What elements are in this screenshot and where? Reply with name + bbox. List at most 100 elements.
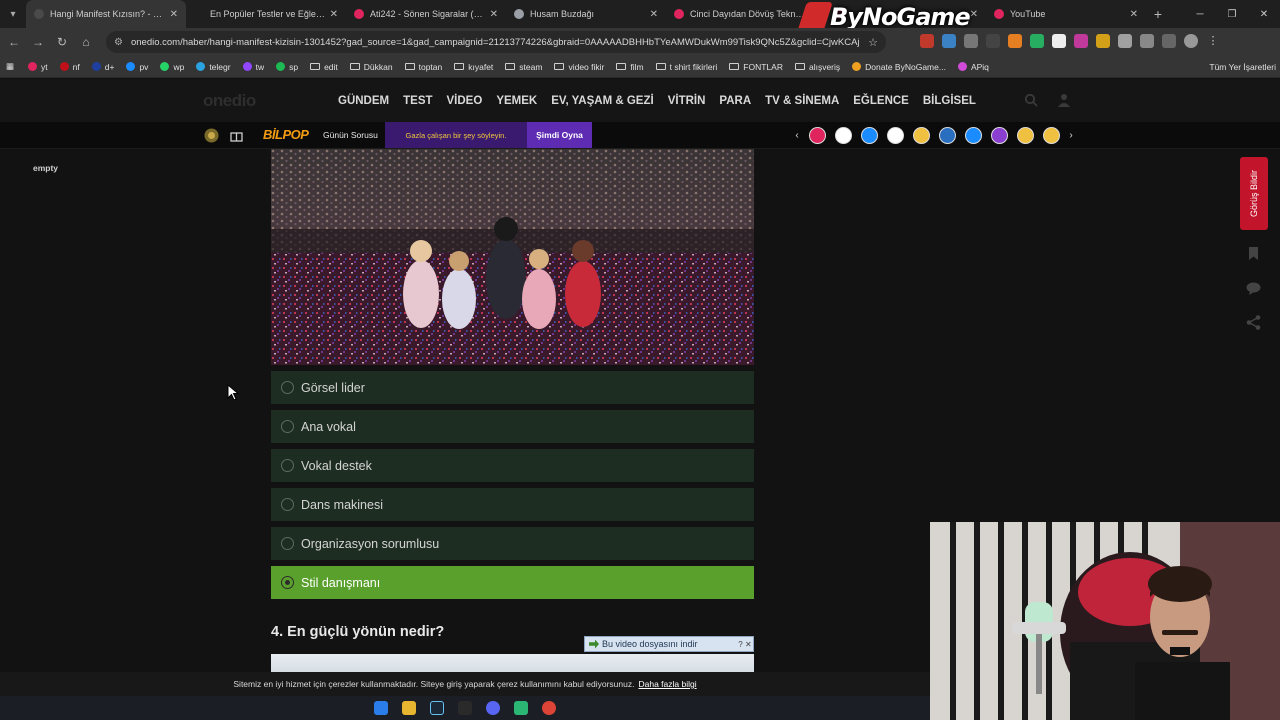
close-window-icon[interactable]: ✕	[1248, 0, 1280, 28]
radio-button[interactable]	[281, 498, 294, 511]
extensions-puzzle-icon[interactable]	[1140, 34, 1154, 48]
extension-icon[interactable]	[1030, 34, 1044, 48]
answer-option[interactable]: Görsel lider	[271, 371, 754, 404]
browser-tab[interactable]: Hangi Manifest Kızısın? - Onedio ✕	[26, 0, 186, 28]
bookmark-item[interactable]: telegr	[196, 62, 231, 72]
apps-grid-icon[interactable]: ▦	[6, 61, 14, 72]
tab-close-icon[interactable]: ✕	[170, 9, 178, 20]
extension-icon[interactable]	[986, 34, 1000, 48]
bookmark-item[interactable]: APiq	[957, 62, 989, 72]
browser-tab[interactable]: Ati242 - Sönen Sigaralar (Official ✕	[346, 0, 506, 28]
play-now-button[interactable]: Şimdi Oyna	[527, 122, 592, 148]
all-bookmarks-folder[interactable]: Tüm Yer İşaretleri	[1209, 56, 1276, 78]
story-next-icon[interactable]: ›	[1064, 130, 1078, 141]
nav-item[interactable]: YEMEK	[496, 95, 537, 107]
tab-close-icon[interactable]: ✕	[650, 9, 658, 20]
back-icon[interactable]: ←	[2, 35, 26, 49]
nav-item[interactable]: PARA	[719, 95, 751, 107]
bookmark-item[interactable]: FONTLAR	[729, 62, 783, 72]
extension-icon[interactable]	[1074, 34, 1088, 48]
nav-item[interactable]: VİTRİN	[668, 95, 706, 107]
extension-icon[interactable]	[1008, 34, 1022, 48]
answer-option[interactable]: Dans makinesi	[271, 488, 754, 521]
story-avatar[interactable]	[964, 127, 982, 144]
bookmark-item[interactable]: Dükkan	[349, 62, 393, 72]
feedback-button[interactable]: Görüş Bildir	[1240, 157, 1268, 230]
tab-close-icon[interactable]: ✕	[330, 9, 338, 20]
download-bar-close[interactable]: ? ✕	[737, 640, 753, 649]
story-avatar[interactable]	[1042, 127, 1060, 144]
address-bar[interactable]: ⚙ onedio.com/haber/hangi-manifest-kizisi…	[106, 31, 886, 53]
bookmark-item[interactable]: video fikir	[554, 62, 604, 72]
nav-item[interactable]: EĞLENCE	[853, 95, 909, 107]
file-explorer-icon[interactable]	[402, 701, 416, 715]
story-avatar[interactable]	[990, 127, 1008, 144]
video-download-bar[interactable]: Bu video dosyasını indir ? ✕	[584, 636, 754, 652]
browser-menu-icon[interactable]: ⋮	[1206, 34, 1220, 48]
story-avatar[interactable]	[834, 127, 852, 144]
story-avatar[interactable]	[1016, 127, 1034, 144]
steam-icon[interactable]	[430, 701, 444, 715]
answer-option[interactable]: Organizasyon sorumlusu	[271, 527, 754, 560]
share-icon[interactable]	[1245, 314, 1262, 331]
restore-icon[interactable]: ❐	[1216, 0, 1248, 28]
browser-tab[interactable]: En Popüler Testler ve Eğlenceli T ✕	[186, 0, 346, 28]
story-avatar[interactable]	[860, 127, 878, 144]
bookmark-item[interactable]: kıyafet	[454, 62, 493, 72]
tab-search-button[interactable]: ▾	[0, 0, 26, 28]
nav-item[interactable]: VİDEO	[447, 95, 483, 107]
radio-button[interactable]	[281, 420, 294, 433]
bookmark-item[interactable]: steam	[505, 62, 542, 72]
extension-icon[interactable]	[1118, 34, 1132, 48]
story-avatar[interactable]	[886, 127, 904, 144]
bookmark-item[interactable]: pv	[126, 62, 148, 72]
app-icon[interactable]	[514, 701, 528, 715]
gift-icon[interactable]	[229, 128, 244, 143]
browser-tab[interactable]: Husam Buzdağı ✕	[506, 0, 666, 28]
radio-button[interactable]	[281, 381, 294, 394]
answer-option[interactable]: Vokal destek	[271, 449, 754, 482]
browser-tab[interactable]: YouTube ✕	[986, 0, 1146, 28]
comments-icon[interactable]	[1245, 280, 1262, 297]
radio-button[interactable]	[281, 576, 294, 589]
reload-icon[interactable]: ↻	[50, 35, 74, 49]
story-prev-icon[interactable]: ‹	[790, 130, 804, 141]
discord-icon[interactable]	[486, 701, 500, 715]
story-avatar[interactable]	[938, 127, 956, 144]
extension-icon[interactable]	[1096, 34, 1110, 48]
chrome-icon[interactable]	[542, 701, 556, 715]
app-icon[interactable]	[458, 701, 472, 715]
nav-item[interactable]: TEST	[403, 95, 432, 107]
nav-item[interactable]: EV, YAŞAM & GEZİ	[551, 95, 653, 107]
bookmark-item[interactable]: film	[616, 62, 644, 72]
sidebar-toggle-icon[interactable]	[1162, 34, 1176, 48]
bilpop-logo[interactable]: BİLPOP	[263, 127, 309, 142]
site-info-icon[interactable]: ⚙	[114, 37, 123, 48]
answer-option[interactable]: Stil danışmanı	[271, 566, 754, 599]
bookmark-item[interactable]: wp	[160, 62, 184, 72]
bookmark-item[interactable]: Donate ByNoGame...	[852, 62, 946, 72]
minimize-icon[interactable]: ─	[1184, 0, 1216, 28]
radio-button[interactable]	[281, 537, 294, 550]
radio-button[interactable]	[281, 459, 294, 472]
story-avatar[interactable]	[912, 127, 930, 144]
help-icon[interactable]: ?	[738, 640, 742, 649]
url-text[interactable]: onedio.com/haber/hangi-manifest-kizisin-…	[131, 37, 860, 48]
bookmark-item[interactable]: yt	[28, 62, 48, 72]
bookmark-item[interactable]: d+	[91, 62, 114, 72]
windows-start-icon[interactable]	[374, 701, 388, 715]
tab-close-icon[interactable]: ✕	[970, 9, 978, 20]
bookmark-item[interactable]: alışveriş	[794, 62, 840, 72]
search-icon[interactable]	[1024, 93, 1038, 107]
bookmark-item[interactable]: sp	[276, 62, 298, 72]
extension-icon[interactable]	[964, 34, 978, 48]
new-tab-button[interactable]: +	[1146, 6, 1170, 22]
tab-close-icon[interactable]: ✕	[490, 9, 498, 20]
quiz-badge-icon[interactable]	[204, 128, 219, 143]
tab-close-icon[interactable]: ✕	[1130, 9, 1138, 20]
nav-item[interactable]: GÜNDEM	[338, 95, 389, 107]
story-avatar[interactable]	[808, 127, 826, 144]
bookmark-item[interactable]: t shirt fikirleri	[655, 62, 717, 72]
user-icon[interactable]	[1058, 93, 1070, 107]
video-download-label[interactable]: Bu video dosyasını indir	[602, 639, 698, 649]
